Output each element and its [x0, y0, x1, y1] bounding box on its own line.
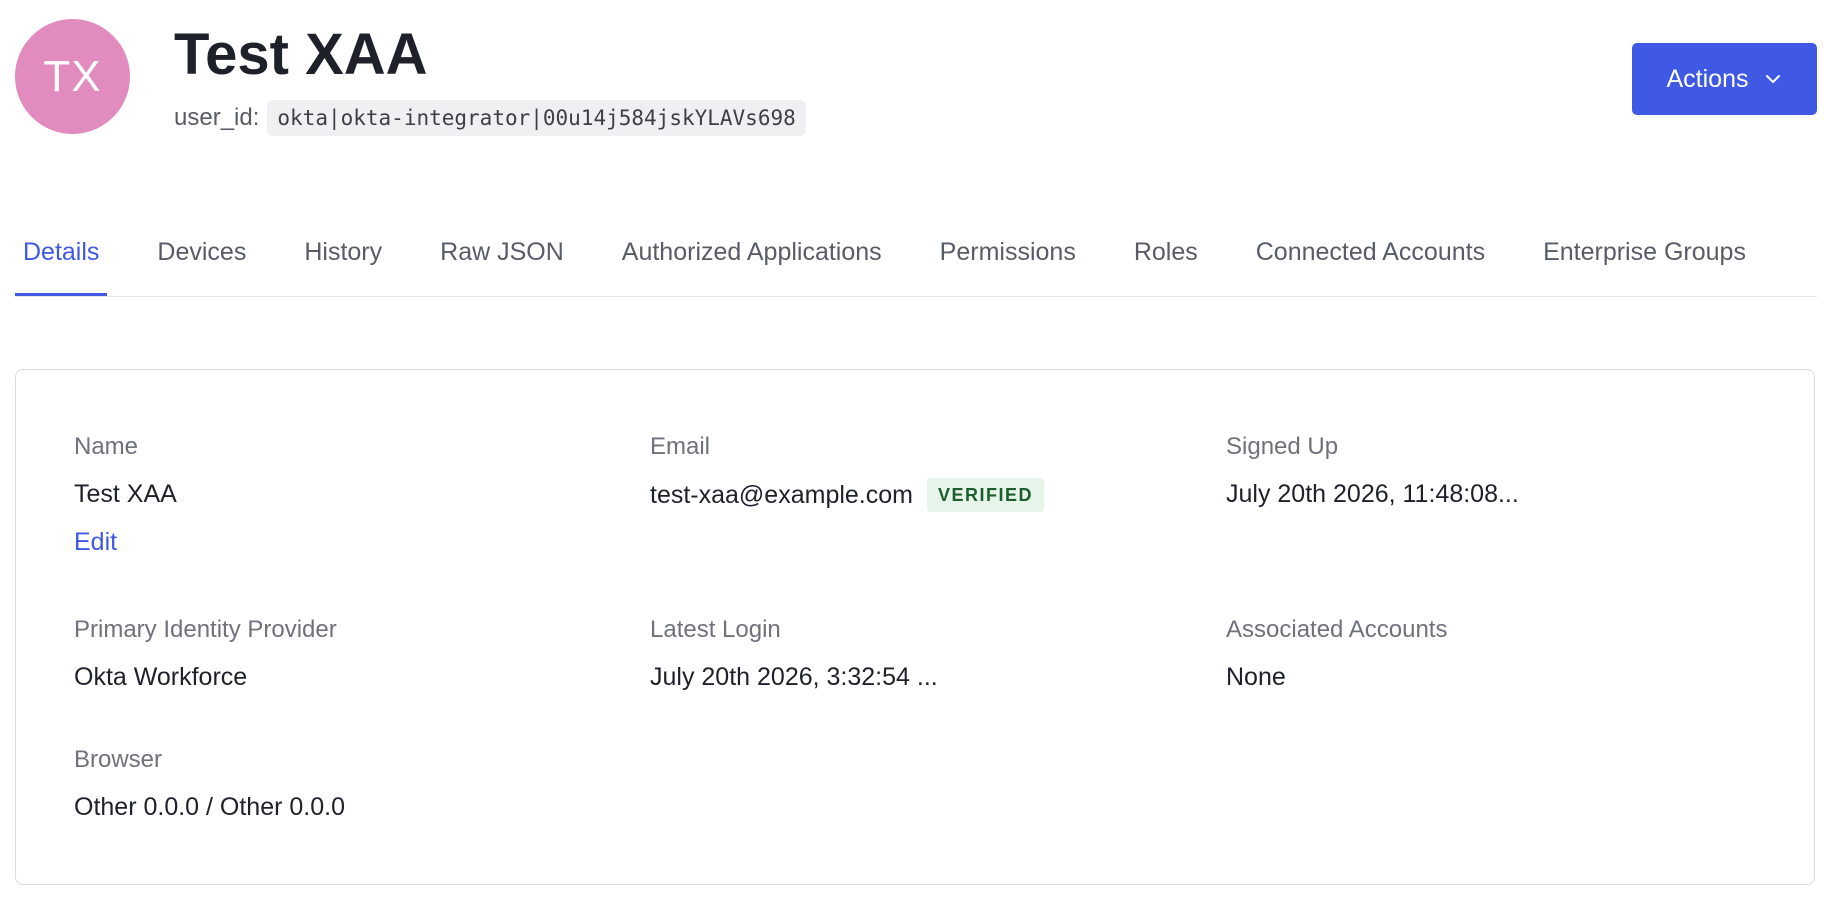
field-browser: Browser Other 0.0.0 / Other 0.0.0 [74, 745, 345, 823]
field-latest-login: Latest Login July 20th 2026, 3:32:54 ... [650, 615, 938, 693]
tab-raw-json[interactable]: Raw JSON [440, 230, 564, 296]
tab-authorized-applications[interactable]: Authorized Applications [622, 230, 882, 296]
avatar-initials: TX [43, 51, 102, 101]
field-value: test-xaa@example.com VERIFIED [650, 478, 1044, 512]
chevron-down-icon [1766, 75, 1781, 83]
field-value: None [1226, 663, 1286, 691]
field-label: Latest Login [650, 616, 781, 643]
details-card: Name Test XAA Edit Email test-xaa@exampl… [15, 369, 1815, 885]
field-value: July 20th 2026, 3:32:54 ... [650, 663, 938, 691]
page-title: Test XAA [174, 22, 428, 87]
field-primary-identity-provider: Primary Identity Provider Okta Workforce [74, 615, 337, 693]
field-label: Name [74, 433, 139, 460]
field-value: Okta Workforce [74, 663, 248, 691]
user-id-value[interactable]: okta|okta-integrator|00u14j584jskYLAVs69… [267, 100, 806, 136]
field-name: Name Test XAA Edit [74, 432, 177, 557]
field-email: Email test-xaa@example.com VERIFIED [650, 432, 1044, 512]
field-label: Associated Accounts [1226, 616, 1448, 643]
field-label: Primary Identity Provider [74, 616, 337, 643]
tab-bar: Details Devices History Raw JSON Authori… [15, 230, 1817, 297]
field-associated-accounts: Associated Accounts None [1226, 615, 1447, 693]
actions-button-label: Actions [1666, 64, 1749, 93]
user-id-row: user_id: okta|okta-integrator|00u14j584j… [174, 100, 806, 136]
field-label: Browser [74, 746, 163, 773]
tab-permissions[interactable]: Permissions [940, 230, 1076, 296]
email-value: test-xaa@example.com [650, 481, 913, 509]
verified-badge: VERIFIED [926, 478, 1044, 512]
tab-devices[interactable]: Devices [157, 230, 246, 296]
user-details-page: TX Test XAA user_id: okta|okta-integrato… [0, 0, 1824, 898]
user-id-label: user_id: [174, 104, 260, 131]
avatar: TX [15, 19, 130, 134]
tab-enterprise-groups[interactable]: Enterprise Groups [1543, 230, 1746, 296]
edit-name-link[interactable]: Edit [74, 528, 117, 557]
tab-details[interactable]: Details [15, 230, 108, 296]
field-label: Signed Up [1226, 433, 1339, 460]
field-label: Email [650, 433, 711, 460]
actions-button[interactable]: Actions [1632, 43, 1817, 115]
tab-roles[interactable]: Roles [1134, 230, 1198, 296]
tab-connected-accounts[interactable]: Connected Accounts [1256, 230, 1485, 296]
field-value: Other 0.0.0 / Other 0.0.0 [74, 793, 345, 821]
field-value: July 20th 2026, 11:48:08... [1226, 480, 1519, 508]
field-signed-up: Signed Up July 20th 2026, 11:48:08... [1226, 432, 1519, 510]
tab-history[interactable]: History [304, 230, 382, 296]
field-value: Test XAA [74, 480, 177, 508]
